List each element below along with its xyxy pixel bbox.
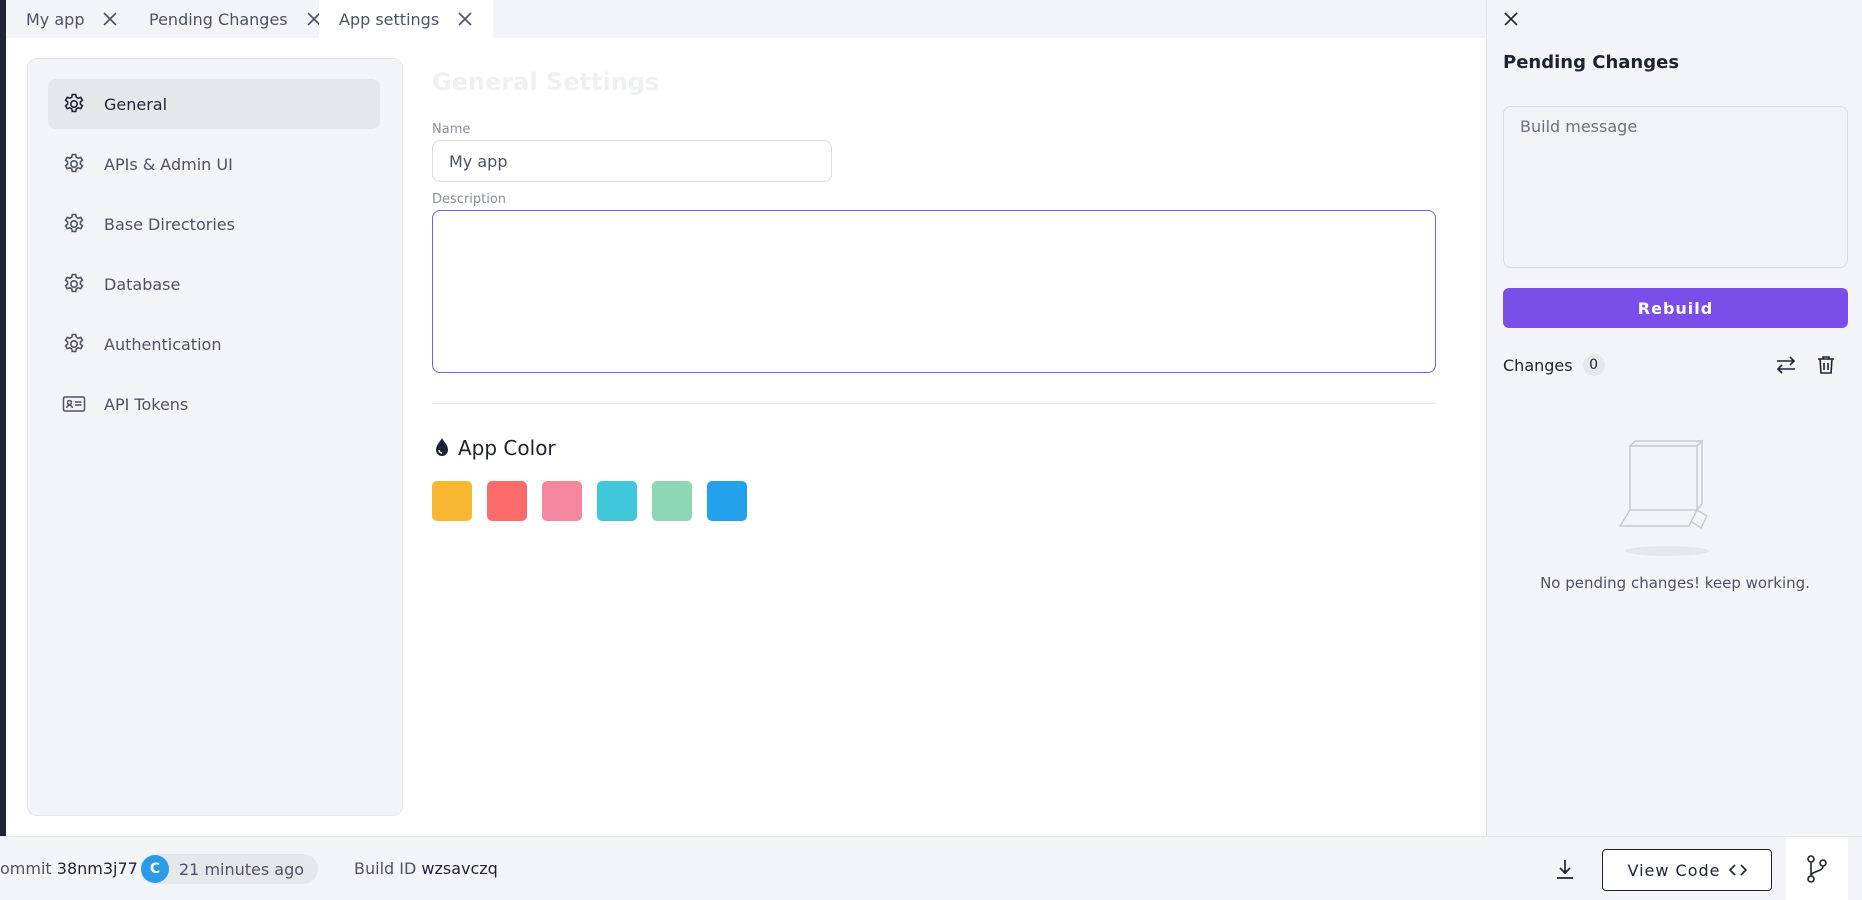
git-branch-icon[interactable] bbox=[1786, 837, 1848, 900]
sidebar-item-label: Authentication bbox=[104, 334, 222, 354]
pending-changes-title: Pending Changes bbox=[1503, 52, 1680, 73]
sidebar-item-label: Base Directories bbox=[104, 214, 235, 234]
tab-app-settings[interactable]: App settings bbox=[319, 0, 494, 38]
id-card-icon bbox=[62, 392, 86, 416]
sidebar-item-database[interactable]: Database bbox=[48, 259, 380, 309]
status-footer: ommit 38nm3j77 C 21 minutes ago Build ID… bbox=[0, 836, 1862, 900]
color-swatch[interactable] bbox=[487, 481, 527, 521]
sidebar-item-label: General bbox=[104, 94, 168, 114]
droplet-icon bbox=[434, 436, 452, 460]
sidebar-item-label: API Tokens bbox=[104, 394, 189, 414]
page-title: General Settings bbox=[432, 68, 660, 96]
app-root: My app Pending Changes App settings Gene… bbox=[0, 0, 1862, 900]
sidebar-item-label: APIs & Admin UI bbox=[104, 154, 233, 174]
pending-changes-panel: Pending Changes Rebuild Changes 0 No pen… bbox=[1486, 0, 1862, 836]
color-swatch[interactable] bbox=[597, 481, 637, 521]
build-message-input[interactable] bbox=[1503, 106, 1848, 268]
build-id-label: Build ID bbox=[354, 859, 417, 878]
color-swatch[interactable] bbox=[707, 481, 747, 521]
sidebar-item-base-directories[interactable]: Base Directories bbox=[48, 199, 380, 249]
color-swatch[interactable] bbox=[542, 481, 582, 521]
sidebar-item-authentication[interactable]: Authentication bbox=[48, 319, 380, 369]
swap-icon[interactable] bbox=[1773, 352, 1799, 378]
close-icon[interactable] bbox=[457, 11, 473, 27]
commit-label: ommit bbox=[0, 859, 52, 878]
color-swatch[interactable] bbox=[432, 481, 472, 521]
trash-icon[interactable] bbox=[1813, 352, 1839, 378]
close-icon[interactable] bbox=[102, 11, 118, 27]
description-textarea[interactable] bbox=[432, 210, 1436, 373]
settings-sidebar: General APIs & Admin UI Base Directories… bbox=[27, 58, 403, 816]
empty-state-text: No pending changes! keep working. bbox=[1540, 574, 1810, 592]
rebuild-button[interactable]: Rebuild bbox=[1503, 288, 1848, 328]
gear-icon bbox=[62, 152, 86, 176]
tab-my-app[interactable]: My app bbox=[6, 0, 138, 38]
gear-icon bbox=[62, 332, 86, 356]
tab-bar: My app Pending Changes App settings bbox=[6, 0, 1486, 38]
app-color-label: App Color bbox=[458, 436, 556, 460]
changes-count-badge: 0 bbox=[1582, 354, 1605, 376]
close-icon[interactable] bbox=[1501, 9, 1521, 29]
build-id-value: wzsavczq bbox=[421, 859, 498, 878]
view-code-label: View Code bbox=[1627, 860, 1721, 880]
app-color-heading: App Color bbox=[434, 436, 556, 460]
avatar: C bbox=[141, 855, 169, 883]
time-ago: 21 minutes ago bbox=[179, 859, 305, 879]
build-id-info: Build ID wzsavczq bbox=[354, 859, 498, 878]
commit-info: ommit 38nm3j77 bbox=[0, 859, 138, 878]
tab-label: Pending Changes bbox=[149, 9, 288, 29]
sidebar-item-api-tokens[interactable]: API Tokens bbox=[48, 379, 380, 429]
divider bbox=[432, 403, 1436, 404]
gear-icon bbox=[62, 272, 86, 296]
left-edge-bar bbox=[0, 0, 6, 836]
changes-label: Changes bbox=[1503, 355, 1573, 375]
view-code-button[interactable]: View Code bbox=[1602, 849, 1772, 891]
description-label: Description bbox=[432, 192, 507, 207]
tab-pending-changes[interactable]: Pending Changes bbox=[129, 0, 342, 38]
name-input[interactable] bbox=[432, 140, 832, 182]
gear-icon bbox=[62, 212, 86, 236]
gear-icon bbox=[62, 92, 86, 116]
empty-box-illustration bbox=[1617, 436, 1717, 561]
changes-header: Changes 0 bbox=[1503, 354, 1605, 376]
sidebar-item-label: Database bbox=[104, 274, 181, 294]
tab-label: App settings bbox=[339, 9, 440, 29]
download-icon[interactable] bbox=[1552, 855, 1578, 883]
sidebar-item-general[interactable]: General bbox=[48, 79, 380, 129]
sidebar-item-apis-admin-ui[interactable]: APIs & Admin UI bbox=[48, 139, 380, 189]
name-label: Name bbox=[432, 122, 471, 137]
commit-id[interactable]: 38nm3j77 bbox=[57, 859, 138, 878]
commit-author-time: C 21 minutes ago bbox=[140, 854, 319, 884]
tab-label: My app bbox=[26, 9, 85, 29]
code-brackets-icon bbox=[1728, 863, 1747, 877]
color-swatch[interactable] bbox=[652, 481, 692, 521]
